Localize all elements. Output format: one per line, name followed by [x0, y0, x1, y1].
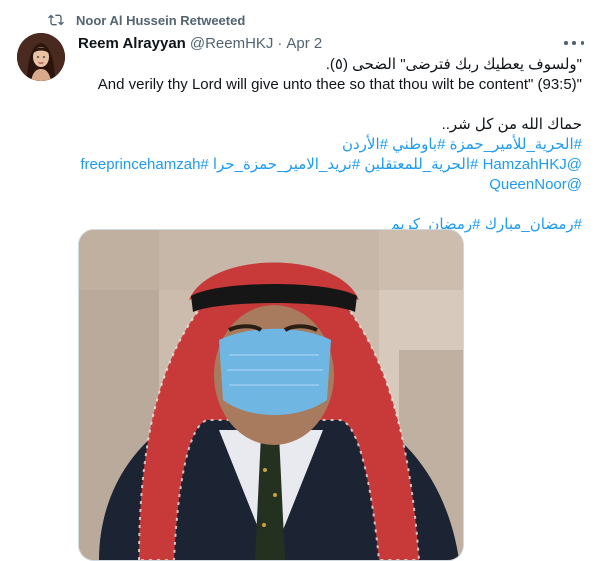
retweet-label[interactable]: Noor Al Hussein Retweeted	[76, 13, 245, 28]
mention-queennoor[interactable]: @QueenNoor	[78, 175, 582, 195]
tweet[interactable]: Noor Al Hussein Retweeted Reem Alrayyan …	[0, 0, 602, 561]
more-dot	[564, 41, 568, 45]
retweet-icon	[48, 12, 64, 28]
hashtags-line-2[interactable]: @HamzahHKJ #الحرية_للمعتقلين #نريد_الامي…	[78, 155, 582, 175]
photo-icon	[79, 230, 463, 560]
more-dot	[572, 41, 576, 45]
more-dot	[580, 41, 584, 45]
tweet-text: "ولسوف يعطيك ربك فترضى" الضحى (٥). And v…	[78, 55, 582, 235]
author-name[interactable]: Reem Alrayyan	[78, 35, 186, 52]
hashtags-line-1[interactable]: #الحرية_للأمير_حمزة #باوطني #الأردن	[78, 135, 582, 155]
quote-english: And verily thy Lord will give unto thee …	[97, 76, 582, 93]
tweet-date[interactable]: Apr 2	[286, 35, 322, 52]
more-icon[interactable]	[564, 36, 584, 50]
author-handle[interactable]: @ReemHKJ	[190, 35, 274, 52]
avatar-icon	[17, 33, 65, 81]
tweet-media[interactable]	[78, 229, 464, 561]
header-separator: ·	[277, 34, 283, 52]
quote-arabic: "ولسوف يعطيك ربك فترضى" الضحى (٥).	[325, 56, 582, 73]
retweet-indicator[interactable]: Noor Al Hussein Retweeted	[48, 11, 245, 29]
prayer-text: حماك الله من كل شر..	[441, 116, 582, 133]
tweet-header: Reem Alrayyan @ReemHKJ · Apr 2	[78, 33, 582, 53]
avatar[interactable]	[17, 33, 65, 81]
